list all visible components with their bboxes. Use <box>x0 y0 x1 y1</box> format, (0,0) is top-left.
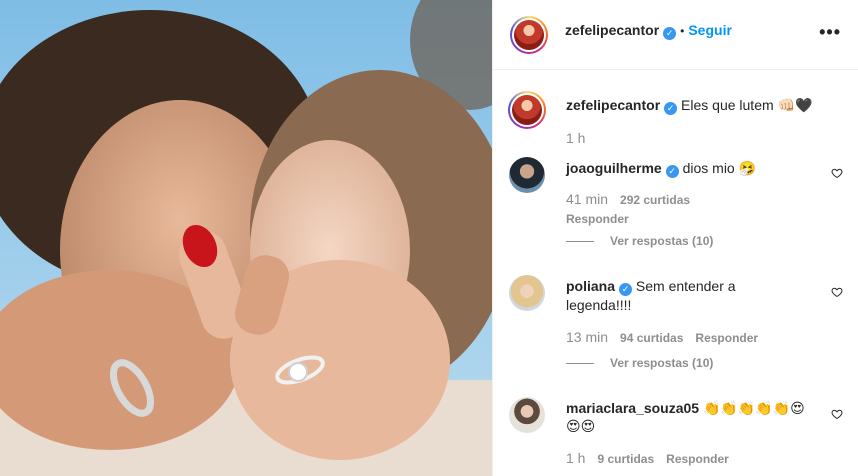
view-replies-button[interactable]: Ver respostas (10) <box>566 234 713 248</box>
comment-body: mariaclara_souza05 👏👏👏👏👏😍😍😍 1 h9 curtida… <box>566 397 826 468</box>
verified-badge-icon: ✓ <box>619 283 633 296</box>
comment-time[interactable]: 1 h <box>566 450 585 466</box>
comments-list: zefelipecantor ✓ Eles que lutem 👊🏻🖤 1 h j… <box>493 71 858 476</box>
comment-item: mariaclara_souza05 👏👏👏👏👏😍😍😍 1 h9 curtida… <box>509 397 843 476</box>
comment-username[interactable]: poliana <box>566 278 615 294</box>
comment-text: dios mio 🤧 <box>682 160 757 176</box>
comment-time[interactable]: 13 min <box>566 329 608 345</box>
verified-badge-icon: ✓ <box>664 102 678 115</box>
post-details-panel: zefelipecantor ✓ • Seguir ••• zefelipecanto… <box>492 0 858 476</box>
commenter-avatar[interactable] <box>509 397 545 433</box>
verified-badge-icon: ✓ <box>665 165 679 178</box>
post-photo[interactable] <box>0 0 492 476</box>
comment-likes[interactable]: 9 curtidas <box>597 452 654 466</box>
view-replies-button[interactable]: Ver respostas (10) <box>566 356 713 370</box>
comment-body: joaoguilherme ✓ dios mio 🤧 41 min 292 curt… <box>566 157 826 228</box>
comment-username[interactable]: joaoguilherme <box>566 160 662 176</box>
comment-body: poliana ✓ Sem entender a legenda!!!! 13 m… <box>566 275 826 347</box>
caption-text: Eles que lutem 👊🏻🖤 <box>681 97 813 113</box>
follow-button[interactable]: Seguir <box>688 22 732 38</box>
verified-badge-icon: ✓ <box>663 27 677 40</box>
header-author-line: zefelipecantor ✓ • Seguir <box>565 22 732 40</box>
commenter-avatar[interactable] <box>509 275 545 311</box>
post-header: zefelipecantor ✓ • Seguir ••• <box>493 0 858 70</box>
reply-button[interactable]: Responder <box>666 452 729 466</box>
reply-button[interactable]: Responder <box>566 210 629 228</box>
caption-body: zefelipecantor ✓ Eles que lutem 👊🏻🖤 1 h <box>566 92 826 148</box>
reply-line-divider <box>566 241 594 243</box>
reply-button[interactable]: Responder <box>695 331 758 345</box>
like-heart-icon[interactable] <box>831 286 843 298</box>
caption-author-avatar[interactable] <box>508 91 546 129</box>
comment-likes[interactable]: 94 curtidas <box>620 331 683 345</box>
like-heart-icon[interactable] <box>831 167 843 179</box>
commenter-avatar[interactable] <box>509 157 545 193</box>
caption-username[interactable]: zefelipecantor <box>566 97 660 113</box>
view-replies-label: Ver respostas (10) <box>610 234 714 248</box>
couple-photo-illustration <box>0 0 492 476</box>
comment-username[interactable]: mariaclara_souza05 <box>566 400 699 416</box>
author-avatar[interactable] <box>510 16 548 54</box>
like-heart-icon[interactable] <box>831 408 843 420</box>
caption-time[interactable]: 1 h <box>566 130 585 146</box>
author-username[interactable]: zefelipecantor <box>565 22 659 38</box>
more-options-icon[interactable]: ••• <box>819 22 841 43</box>
view-replies-label: Ver respostas (10) <box>610 356 714 370</box>
comment-likes[interactable]: 292 curtidas <box>620 193 690 207</box>
comment-time[interactable]: 41 min <box>566 191 608 207</box>
separator-dot: • <box>680 24 685 38</box>
reply-line-divider <box>566 363 594 365</box>
